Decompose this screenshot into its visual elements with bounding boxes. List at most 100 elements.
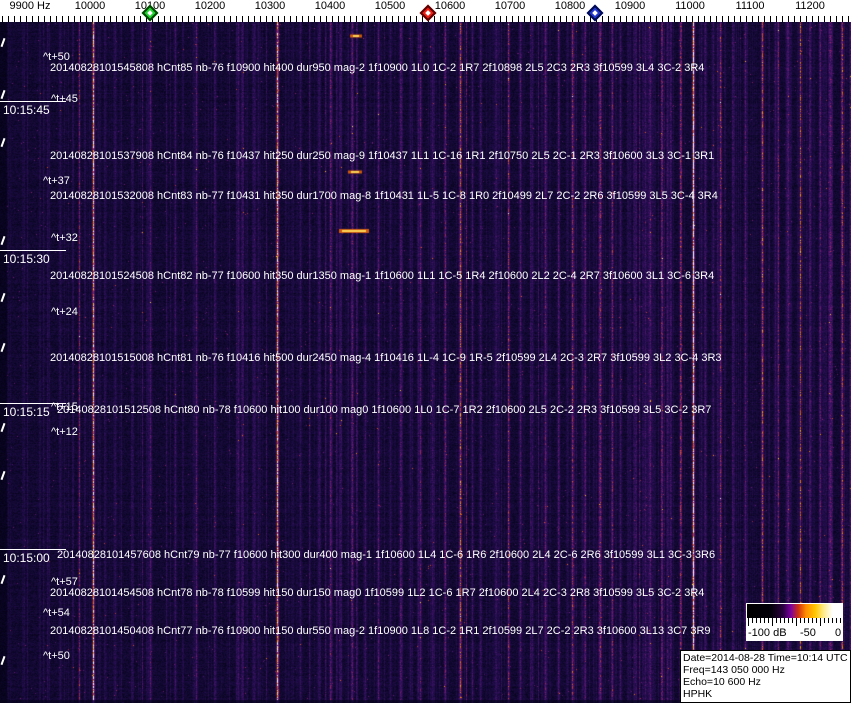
freq-axis-tick — [758, 16, 759, 22]
freq-axis-tick — [554, 16, 555, 22]
color-scale-tick — [832, 618, 833, 623]
freq-axis-tick — [464, 16, 465, 22]
freq-axis-tick — [488, 16, 489, 22]
info-echo: Echo=10 600 Hz — [683, 676, 761, 688]
color-scale-tick — [800, 618, 801, 623]
freq-axis-tick — [410, 16, 411, 22]
freq-axis-tick — [656, 16, 657, 22]
freq-axis-tick — [164, 16, 165, 22]
color-scale-tick — [752, 618, 753, 623]
color-gradient-bar — [747, 604, 842, 618]
freq-axis-tick — [272, 16, 273, 22]
freq-axis-tick — [662, 16, 663, 22]
freq-axis-tick — [644, 16, 645, 22]
freq-axis-tick — [356, 16, 357, 22]
color-scale-tick — [776, 618, 777, 623]
info-date-time: Date=2014-08-28 Time=10:14 UTC — [683, 652, 848, 664]
freq-axis-tick — [236, 16, 237, 22]
freq-axis-tick — [734, 16, 735, 22]
freq-axis-tick — [104, 16, 105, 22]
freq-axis-tick — [362, 16, 363, 22]
freq-axis-tick — [392, 16, 393, 22]
freq-axis-tick — [248, 16, 249, 22]
freq-axis-tick — [68, 16, 69, 22]
freq-axis-tick — [698, 16, 699, 22]
marker-center-dot — [147, 10, 153, 16]
freq-axis-tick — [830, 16, 831, 22]
freq-axis-label: 11200 — [795, 0, 825, 12]
marker-center-dot — [592, 10, 598, 16]
freq-axis-tick — [242, 16, 243, 22]
freq-axis-tick — [536, 16, 537, 22]
freq-axis-tick — [458, 16, 459, 22]
freq-axis-tick — [674, 16, 675, 22]
freq-axis-tick — [800, 16, 801, 22]
freq-axis-tick — [794, 16, 795, 22]
freq-axis-tick — [836, 16, 837, 22]
freq-axis-tick — [56, 16, 57, 22]
freq-axis-tick — [398, 16, 399, 22]
frequency-axis-ruler: 9900 Hz100001010010200103001040010500106… — [0, 0, 851, 22]
freq-axis-tick — [716, 16, 717, 22]
freq-axis-tick — [440, 16, 441, 22]
freq-axis-tick — [134, 16, 135, 22]
freq-axis-tick — [524, 16, 525, 22]
freq-axis-tick — [446, 16, 447, 22]
freq-axis-tick — [584, 16, 585, 22]
freq-axis-tick — [140, 16, 141, 22]
color-scale-tick — [792, 618, 793, 623]
freq-axis-tick — [692, 16, 693, 22]
freq-axis-tick — [824, 16, 825, 22]
freq-axis-tick — [416, 16, 417, 22]
freq-axis-tick — [176, 16, 177, 22]
color-scale-tick — [812, 618, 813, 623]
freq-axis-tick — [608, 16, 609, 22]
freq-axis-tick — [500, 16, 501, 22]
freq-axis-tick — [92, 16, 93, 22]
freq-axis-tick — [374, 16, 375, 22]
freq-axis-tick — [764, 16, 765, 22]
freq-axis-tick — [332, 16, 333, 22]
freq-axis-tick — [434, 16, 435, 22]
freq-axis-tick — [788, 16, 789, 22]
freq-axis-tick — [32, 16, 33, 22]
freq-axis-tick — [200, 16, 201, 22]
freq-axis-tick — [620, 16, 621, 22]
color-scale-tick — [784, 618, 785, 623]
freq-axis-tick — [320, 16, 321, 22]
freq-axis-tick — [224, 16, 225, 22]
freq-axis-tick — [344, 16, 345, 22]
freq-axis-tick — [296, 16, 297, 22]
freq-axis-tick — [542, 16, 543, 22]
freq-axis-tick — [158, 16, 159, 22]
freq-axis-tick — [626, 16, 627, 22]
freq-axis-tick — [530, 16, 531, 22]
freq-axis-tick — [14, 16, 15, 22]
freq-axis-tick — [560, 16, 561, 22]
color-scale-tick — [796, 618, 797, 626]
freq-axis-tick — [722, 16, 723, 22]
freq-axis-tick — [8, 16, 9, 22]
color-scale-tick — [804, 618, 805, 623]
color-scale-tick — [816, 618, 817, 623]
freq-axis-tick — [650, 16, 651, 22]
color-scale-tick — [760, 618, 761, 623]
freq-axis-tick — [128, 16, 129, 22]
freq-axis-tick — [212, 16, 213, 22]
freq-axis-tick — [518, 16, 519, 22]
freq-axis-tick — [230, 16, 231, 22]
freq-axis-tick — [740, 16, 741, 22]
meteor-spectrogram-screen: 9900 Hz100001010010200103001040010500106… — [0, 0, 851, 703]
freq-axis-tick — [338, 16, 339, 22]
freq-axis-tick — [50, 16, 51, 22]
freq-axis-tick — [818, 16, 819, 22]
color-scale-tick — [756, 618, 757, 623]
freq-axis-tick — [350, 16, 351, 22]
freq-axis-tick — [86, 16, 87, 22]
freq-axis-tick — [776, 16, 777, 22]
freq-axis-tick — [74, 16, 75, 22]
freq-axis-tick — [38, 16, 39, 22]
freq-axis-tick — [260, 16, 261, 22]
freq-axis-tick — [548, 16, 549, 22]
info-station: HPHK — [683, 688, 713, 700]
